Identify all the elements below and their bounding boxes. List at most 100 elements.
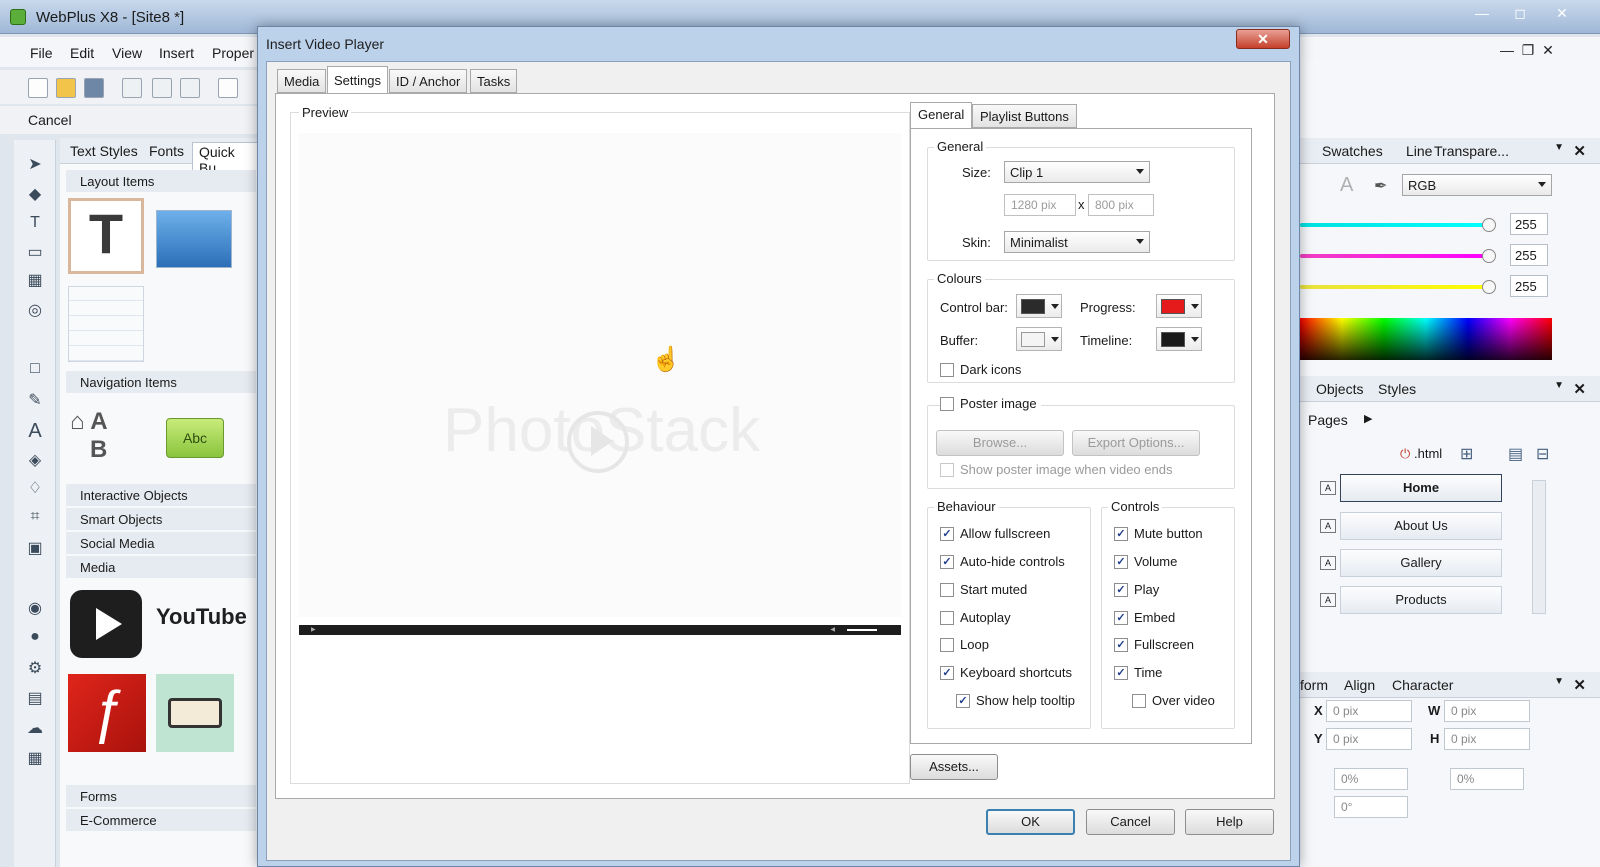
tab-transform[interactable]: form	[1300, 677, 1328, 693]
play-checkbox[interactable]: ✓ Play	[1114, 582, 1159, 600]
red-value-field[interactable]: 255	[1510, 213, 1548, 235]
timeline-colour-picker[interactable]	[1156, 327, 1202, 351]
new-icon[interactable]	[28, 78, 48, 98]
tab-styles[interactable]: Styles	[1378, 381, 1416, 397]
page-about-us-button[interactable]: About Us	[1340, 512, 1502, 540]
over-video-checkbox[interactable]: Over video	[1132, 693, 1215, 711]
blue-slider-handle[interactable]	[1482, 280, 1496, 294]
category-smart-objects[interactable]: Smart Objects	[66, 508, 256, 530]
audio-player-thumbnail[interactable]	[156, 674, 234, 752]
picture-tool-icon[interactable]: ▭	[24, 242, 46, 264]
maximize-button[interactable]: ◻	[1500, 2, 1540, 26]
fill-tool-icon[interactable]: ◈	[24, 450, 46, 472]
page-properties-icon[interactable]: ▤	[1508, 444, 1523, 464]
loop-checkbox[interactable]: Loop	[940, 637, 989, 655]
settings-tool-icon[interactable]: ⚙	[24, 658, 46, 680]
html-tool-icon[interactable]: ◎	[24, 300, 46, 322]
window-close-button[interactable]: ✕	[1542, 2, 1582, 26]
minimize-button[interactable]: —	[1462, 2, 1502, 26]
media-tool-icon[interactable]: ▣	[24, 538, 46, 560]
dialog-close-button[interactable]: ✕	[1236, 29, 1290, 49]
color-spectrum[interactable]	[1300, 318, 1552, 360]
rotate-field[interactable]: 0°	[1334, 796, 1408, 818]
category-social-media[interactable]: Social Media	[66, 532, 256, 554]
youtube-thumbnail[interactable]: YouTube	[156, 604, 247, 644]
flash-thumbnail[interactable]: ƒ	[68, 674, 146, 752]
show-poster-when-ends-checkbox[interactable]: Show poster image when video ends	[940, 462, 1172, 480]
paste-icon[interactable]	[180, 78, 200, 98]
volume-checkbox[interactable]: ✓ Volume	[1114, 554, 1177, 572]
pages-scrollbar[interactable]	[1532, 480, 1546, 614]
control-bar-colour-picker[interactable]	[1016, 294, 1062, 318]
scale-height-field[interactable]: 0%	[1450, 768, 1524, 790]
form-tool-icon[interactable]: ▤	[24, 688, 46, 710]
skin-dropdown[interactable]: Minimalist	[1004, 231, 1150, 253]
text-frame-tool-icon[interactable]: T	[24, 214, 46, 236]
tab-fonts[interactable]: Fonts	[143, 142, 190, 160]
assets-button[interactable]: Assets...	[910, 754, 998, 780]
shape-tool-icon[interactable]: □	[24, 360, 46, 382]
save-icon[interactable]	[84, 78, 104, 98]
category-layout-items[interactable]: Layout Items	[66, 170, 256, 192]
table-tool-icon[interactable]: ▦	[24, 270, 46, 292]
panel-close-icon[interactable]: ✕	[1573, 676, 1586, 694]
poster-image-checkbox[interactable]: Poster image	[940, 396, 1041, 414]
eyedropper-icon[interactable]: ✒	[1374, 176, 1387, 196]
expand-arrow-icon[interactable]: ▶	[1364, 412, 1372, 425]
copy-icon[interactable]	[152, 78, 172, 98]
site-structure-icon[interactable]	[218, 78, 238, 98]
page-gallery-button[interactable]: Gallery	[1340, 549, 1502, 577]
panel-menu-icon[interactable]: ▼	[1554, 380, 1564, 391]
help-button[interactable]: Help	[1185, 809, 1274, 835]
green-slider-handle[interactable]	[1482, 249, 1496, 263]
width-field[interactable]: 0 pix	[1444, 700, 1530, 722]
y-position-field[interactable]: 0 pix	[1326, 728, 1412, 750]
social-tool-icon[interactable]: ●	[24, 628, 46, 650]
keyboard-shortcuts-checkbox[interactable]: ✓ Keyboard shortcuts	[940, 665, 1072, 683]
tab-settings[interactable]: Settings	[327, 66, 388, 94]
category-e-commerce[interactable]: E-Commerce	[66, 809, 256, 831]
category-navigation-items[interactable]: Navigation Items	[66, 371, 256, 393]
tab-tasks[interactable]: Tasks	[470, 69, 518, 93]
scale-field[interactable]: 0%	[1334, 768, 1408, 790]
ok-button[interactable]: OK	[986, 809, 1075, 835]
progress-colour-picker[interactable]	[1156, 294, 1202, 318]
height-field[interactable]: 800 pix	[1088, 194, 1154, 216]
page-home-button[interactable]: Home	[1340, 474, 1502, 502]
menu-properties[interactable]: Proper	[212, 45, 254, 61]
start-muted-checkbox[interactable]: Start muted	[940, 582, 1027, 600]
tab-line[interactable]: Line	[1406, 143, 1432, 159]
navbar-thumbnail[interactable]: ⌂ A B	[70, 408, 144, 470]
panel-menu-icon[interactable]: ▼	[1554, 142, 1564, 153]
red-slider-handle[interactable]	[1482, 218, 1496, 232]
pencil-tool-icon[interactable]: ✎	[24, 390, 46, 412]
mute-button-checkbox[interactable]: ✓ Mute button	[1114, 526, 1203, 544]
auto-hide-controls-checkbox[interactable]: ✓ Auto-hide controls	[940, 554, 1065, 572]
color-mode-dropdown[interactable]: RGB	[1402, 174, 1552, 196]
buffer-colour-picker[interactable]	[1016, 327, 1062, 351]
video-player-thumbnail[interactable]	[70, 590, 142, 658]
table-thumbnail[interactable]	[68, 286, 144, 362]
tab-general[interactable]: General	[910, 102, 973, 129]
navigation-tool-icon[interactable]: ◉	[24, 598, 46, 620]
text-colour-icon[interactable]: A	[1340, 174, 1353, 197]
object-tool-icon[interactable]: ◆	[24, 184, 46, 206]
category-forms[interactable]: Forms	[66, 785, 256, 807]
transparency-tool-icon[interactable]: ♢	[24, 478, 46, 500]
show-help-tooltip-checkbox[interactable]: ✓ Show help tooltip	[956, 693, 1075, 711]
open-folder-icon[interactable]	[56, 78, 76, 98]
chat-tool-icon[interactable]: ☁	[24, 718, 46, 740]
text-frame-thumbnail[interactable]: T	[68, 198, 144, 274]
cancel-button[interactable]: Cancel	[1086, 809, 1175, 835]
autoplay-checkbox[interactable]: Autoplay	[940, 610, 1011, 628]
tab-id-anchor[interactable]: ID / Anchor	[389, 69, 468, 93]
panel-menu-icon[interactable]: ▼	[1554, 676, 1564, 687]
page-products-button[interactable]: Products	[1340, 586, 1502, 614]
x-position-field[interactable]: 0 pix	[1326, 700, 1412, 722]
dark-icons-checkbox[interactable]: Dark icons	[940, 362, 1021, 380]
document-window-controls[interactable]: — ❐ ✕	[1500, 42, 1554, 59]
tab-align[interactable]: Align	[1344, 677, 1375, 693]
tab-transparency[interactable]: Transpare...	[1434, 143, 1509, 159]
size-dropdown[interactable]: Clip 1	[1004, 161, 1150, 183]
cut-icon[interactable]	[122, 78, 142, 98]
